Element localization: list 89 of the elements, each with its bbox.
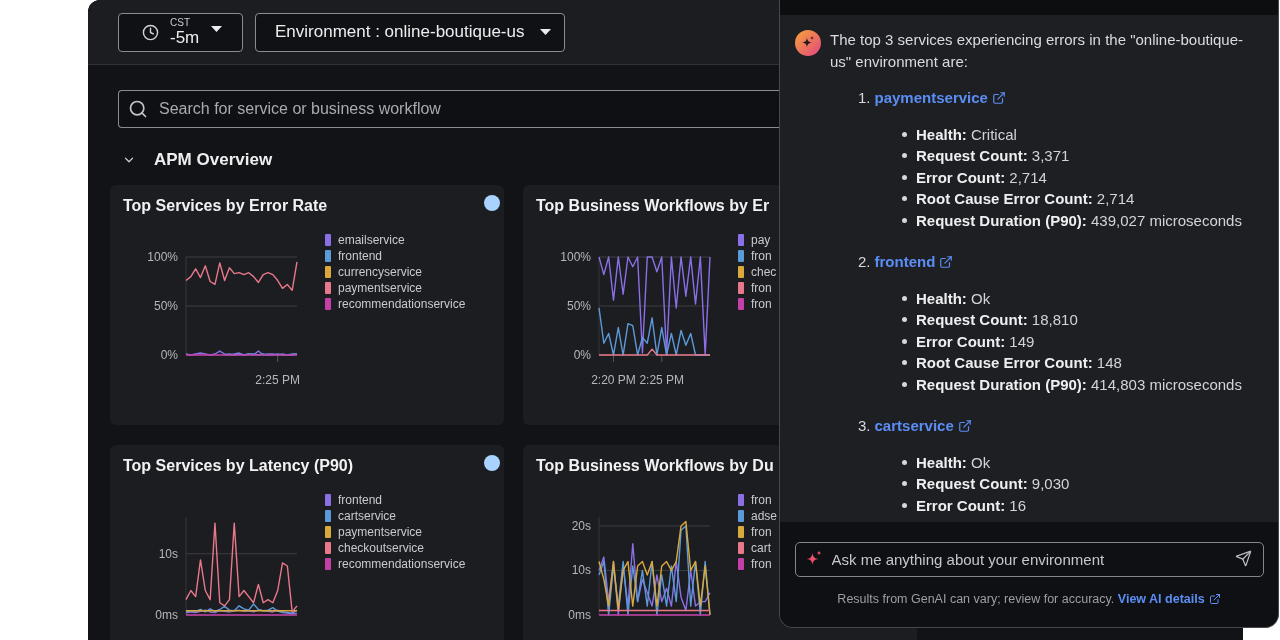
- card-title: Top Business Workflows by Du: [536, 456, 774, 476]
- bullet-icon: [902, 196, 907, 202]
- axis-tick-label: 0ms: [155, 608, 178, 622]
- metric-text: Health: Critical: [916, 124, 1017, 145]
- legend-label: recommendationservice: [338, 296, 466, 312]
- bullet-icon: [902, 131, 907, 137]
- axis-tick-label: 100%: [560, 250, 591, 264]
- external-link-icon: [957, 418, 972, 433]
- view-details-link[interactable]: View AI details: [1117, 591, 1221, 607]
- bullet-icon: [902, 174, 907, 180]
- metric-text: Request Duration (P90): 439,027 microseconds: [916, 210, 1242, 231]
- list-number: 1.: [858, 88, 871, 108]
- legend-label: currencyservice: [338, 264, 423, 280]
- message-text: The top 3 services experiencing errors in the "online-boutique-us" environment are:: [830, 30, 1245, 72]
- send-icon: [1234, 550, 1252, 567]
- legend-label: fron: [751, 492, 772, 508]
- metric-text: Health: Ok: [916, 452, 991, 473]
- external-link-icon: [991, 90, 1006, 105]
- caret-icon: [211, 26, 223, 32]
- bullet-icon: [902, 481, 907, 487]
- legend-label: emailservice: [338, 232, 405, 248]
- environment-dropdown[interactable]: Environment : online-boutique-us: [255, 12, 565, 52]
- caret-icon: [540, 29, 551, 35]
- search-field[interactable]: Search for service or business workflow: [118, 90, 779, 128]
- metric-text: Root Cause Error Count: 2,714: [916, 189, 1135, 209]
- time-picker-button[interactable]: CST -5m: [118, 12, 243, 52]
- list-number: 2.: [858, 252, 871, 272]
- legend-label: recommendationservice: [338, 556, 466, 572]
- card-title: Top Business Workflows by Er: [536, 196, 770, 216]
- metric-text: Request Duration (P90): 414,803 microseconds: [916, 374, 1242, 395]
- bullet-icon: [902, 502, 907, 508]
- clock-icon: [142, 23, 159, 41]
- metric-text: Request Count: 3,371: [916, 146, 1070, 166]
- legend-label: paymentservice: [338, 280, 423, 296]
- metric-text: Health: Ok: [916, 288, 991, 309]
- section-title: APM Overview: [154, 149, 273, 172]
- metric-text: Request Count: 18,810: [916, 310, 1078, 330]
- legend-label: fron: [751, 248, 772, 264]
- bullet-icon: [902, 360, 907, 366]
- legend-label: adse: [751, 508, 778, 524]
- chat-input-field[interactable]: Ask me anything about your environment: [794, 542, 1264, 577]
- card-title: Top Services by Error Rate: [123, 196, 328, 216]
- axis-tick-label: 2:25 PM: [639, 373, 685, 387]
- legend-label: checkoutservice: [338, 540, 425, 556]
- send-button[interactable]: [1234, 550, 1252, 567]
- service-link[interactable]: cartservice: [874, 415, 972, 437]
- search-icon: [128, 99, 148, 119]
- bullet-icon: [902, 381, 907, 387]
- axis-tick-label: 50%: [566, 299, 591, 313]
- metric-text: Error Count: 149: [916, 331, 1035, 352]
- legend-label: fron: [751, 296, 772, 312]
- service-link[interactable]: frontend: [874, 251, 954, 273]
- external-link-icon: [1208, 593, 1221, 605]
- axis-tick-label: 0ms: [568, 608, 591, 622]
- legend-label: fron: [751, 524, 772, 540]
- service-link[interactable]: paymentservice: [874, 87, 1006, 109]
- metric-text: Root Cause Error Count: 148: [916, 353, 1122, 373]
- legend-label: paymentservice: [338, 524, 423, 540]
- axis-tick-label: 20s: [571, 518, 591, 533]
- legend-label: chec: [751, 264, 777, 280]
- bullet-icon: [902, 217, 907, 223]
- axis-tick-label: 10s: [571, 563, 591, 578]
- metric-text: Request Count: 9,030: [916, 474, 1070, 494]
- bullet-icon: [902, 295, 907, 301]
- axis-tick-label: 2:25 PM: [255, 373, 301, 387]
- metric-text: Error Count: 2,714: [916, 167, 1047, 188]
- bullet-icon: [902, 317, 907, 323]
- legend-label: cartservice: [338, 508, 396, 524]
- axis-tick-label: 0%: [573, 348, 591, 362]
- legend-label: frontend: [338, 248, 383, 264]
- bullet-icon: [902, 153, 907, 159]
- card-title: Top Services by Latency (P90): [123, 456, 353, 476]
- legend-label: cart: [751, 540, 771, 556]
- bullet-icon: [902, 459, 907, 465]
- axis-tick-label: 10s: [158, 546, 178, 561]
- axis-tick-label: 50%: [153, 299, 178, 313]
- legend-label: fron: [751, 280, 772, 296]
- external-link-icon: [939, 254, 954, 269]
- legend-label: fron: [751, 556, 772, 572]
- disclaimer-text: Results from GenAI can vary; review for accuracy. View AI details: [837, 591, 1221, 607]
- metric-text: Error Count: 16: [916, 495, 1027, 516]
- axis-tick-label: 2:20 PM: [591, 373, 636, 387]
- ai-avatar-icon: [795, 30, 821, 56]
- bullet-icon: [902, 338, 907, 344]
- list-number: 3.: [858, 416, 871, 436]
- legend-label: frontend: [338, 492, 383, 508]
- axis-tick-label: 0%: [160, 348, 178, 362]
- axis-tick-label: 100%: [147, 250, 178, 264]
- legend-label: pay: [751, 232, 771, 248]
